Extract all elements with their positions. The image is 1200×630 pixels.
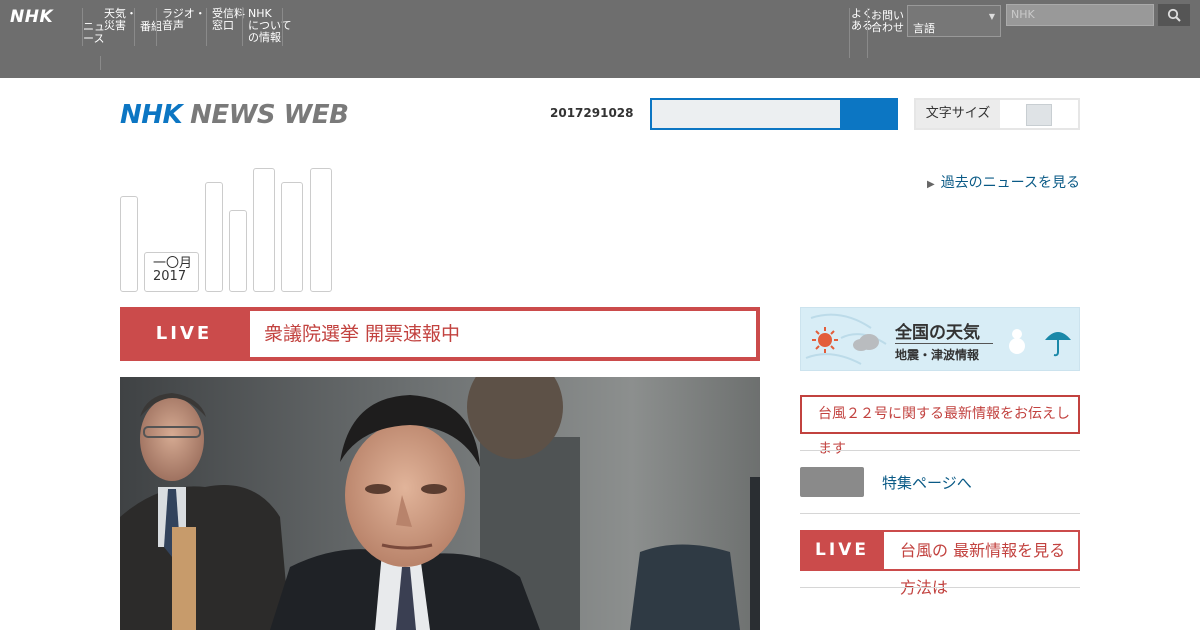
nav-radio[interactable]: ラジオ・ 音声 <box>162 8 206 32</box>
umbrella-icon <box>1045 332 1071 357</box>
weather-title: 全国の天気 <box>895 323 980 343</box>
cloud-icon <box>853 334 879 351</box>
divider <box>800 513 1080 514</box>
weather-banner[interactable]: 全国の天気 地震・津波情報 <box>800 307 1080 371</box>
archive-link[interactable]: ▶ 過去のニュースを見る <box>927 172 1080 192</box>
date-text: 2017291028 <box>550 106 634 120</box>
weather-divider <box>895 343 993 344</box>
global-topbar: NHK ニュ ース 天気・ 災害 番組 ラジオ・ 音声 受信料 窓口 NHK に… <box>0 0 1200 78</box>
toggle-knob[interactable] <box>1026 104 1052 126</box>
typhoon-notice-link[interactable]: 台風２２号に関する最新情報をお伝えします <box>800 395 1080 457</box>
news-photo-illustration <box>120 377 760 630</box>
nav-contact[interactable]: お問い 合わせ <box>871 10 904 34</box>
nav-programs[interactable]: 番組 <box>140 21 162 33</box>
date-navigator: 一〇月 2017 <box>120 160 340 292</box>
search-icon <box>1167 8 1181 22</box>
date-bar[interactable] <box>205 182 223 292</box>
live-tag: LIVE <box>155 323 213 344</box>
date-bar[interactable] <box>310 168 332 292</box>
global-search-button[interactable] <box>1158 4 1190 26</box>
date-bar[interactable] <box>253 168 275 292</box>
live-side-title: 台風の 最新情報を見る方法は <box>884 532 1078 597</box>
nav-news[interactable]: ニュ ース <box>83 21 105 45</box>
sun-icon <box>812 327 838 353</box>
text-size-label: 文字サイズ <box>916 100 1000 128</box>
feature-thumbnail[interactable] <box>800 467 864 497</box>
nav-weather[interactable]: 天気・ 災害 <box>104 8 137 32</box>
nav-fee[interactable]: 受信料 窓口 <box>212 8 245 32</box>
text-size-toggle[interactable]: 文字サイズ <box>914 98 1080 130</box>
nav-about[interactable]: NHK について の情報 <box>248 8 292 44</box>
live-banner-main[interactable]: LIVE 衆議院選挙 開票速報中 <box>120 307 760 361</box>
date-bar[interactable] <box>281 182 303 292</box>
site-search-button[interactable] <box>840 98 898 130</box>
chevron-down-icon: ▼ <box>988 12 995 21</box>
live-title: 衆議院選挙 開票速報中 <box>250 311 756 357</box>
global-search-input[interactable]: NHK <box>1006 4 1154 26</box>
nav-faq[interactable]: よく ある <box>851 8 873 32</box>
snowman-icon <box>1009 329 1025 354</box>
nhk-logo[interactable]: NHK <box>10 7 53 27</box>
weather-subtitle: 地震・津波情報 <box>895 348 980 362</box>
live-tag: LIVE <box>815 540 869 560</box>
triangle-right-icon: ▶ <box>926 179 935 190</box>
language-select[interactable]: 言語 ▼ <box>907 5 1001 37</box>
divider <box>800 450 1080 451</box>
divider <box>800 587 1080 588</box>
news-web-logo[interactable]: NHK NEWS WEB <box>120 100 349 130</box>
feature-link[interactable]: 特集ページへ <box>882 472 972 493</box>
hero-news-photo[interactable] <box>120 377 760 630</box>
date-bar[interactable] <box>229 210 247 292</box>
live-banner-side[interactable]: LIVE 台風の 最新情報を見る方法は <box>800 530 1080 597</box>
date-bar[interactable] <box>120 196 138 292</box>
date-bar-active[interactable]: 一〇月 2017 <box>144 252 199 292</box>
